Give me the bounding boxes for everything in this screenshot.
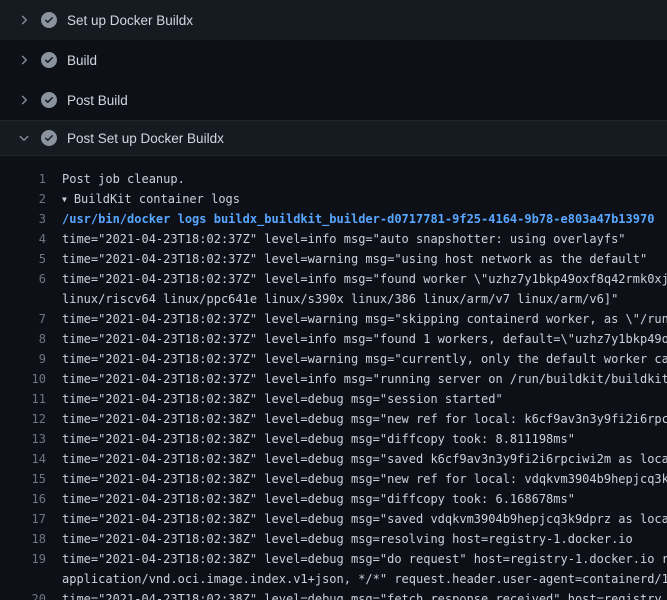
log-text: linux/riscv64 linux/ppc641e linux/s390x … — [46, 289, 618, 309]
line-number[interactable]: 15 — [0, 469, 46, 489]
step-header[interactable]: Build — [0, 40, 667, 80]
log-text: time="2021-04-23T18:02:37Z" level=info m… — [46, 369, 667, 389]
step-label: Post Set up Docker Buildx — [67, 131, 224, 146]
log-line: 2 ▼ BuildKit container logs — [0, 189, 667, 209]
log-line: linux/riscv64 linux/ppc641e linux/s390x … — [0, 289, 667, 309]
line-number[interactable]: 19 — [0, 549, 46, 569]
step-header[interactable]: Post Set up Docker Buildx — [0, 120, 667, 156]
log-text: Post job cleanup. — [46, 169, 185, 189]
log-line: 15time="2021-04-23T18:02:38Z" level=debu… — [0, 469, 667, 489]
line-number[interactable]: 3 — [0, 209, 46, 229]
step-label: Build — [67, 53, 97, 68]
log-line: 16time="2021-04-23T18:02:38Z" level=debu… — [0, 489, 667, 509]
step-header[interactable]: Set up Docker Buildx — [0, 0, 667, 40]
log-line: 8time="2021-04-23T18:02:37Z" level=info … — [0, 329, 667, 349]
line-number[interactable]: 12 — [0, 409, 46, 429]
log-text: time="2021-04-23T18:02:38Z" level=debug … — [46, 469, 667, 489]
log-text: time="2021-04-23T18:02:38Z" level=debug … — [46, 529, 633, 549]
log-line: 18time="2021-04-23T18:02:38Z" level=debu… — [0, 529, 667, 549]
log-text: time="2021-04-23T18:02:38Z" level=debug … — [46, 449, 667, 469]
log-text: time="2021-04-23T18:02:38Z" level=debug … — [46, 389, 503, 409]
log-line: 20time="2021-04-23T18:02:38Z" level=debu… — [0, 589, 667, 600]
log-text: time="2021-04-23T18:02:37Z" level=info m… — [46, 229, 626, 249]
log-line: 6time="2021-04-23T18:02:37Z" level=info … — [0, 269, 667, 289]
line-number[interactable]: 2 — [0, 189, 46, 209]
line-number[interactable]: 16 — [0, 489, 46, 509]
log-text: application/vnd.oci.image.index.v1+json,… — [46, 569, 667, 589]
log-text: time="2021-04-23T18:02:38Z" level=debug … — [46, 409, 667, 429]
line-number[interactable]: 7 — [0, 309, 46, 329]
line-number[interactable]: 1 — [0, 169, 46, 189]
log-text: time="2021-04-23T18:02:37Z" level=warnin… — [46, 349, 667, 369]
triangle-down-icon: ▼ — [62, 190, 67, 209]
line-number[interactable]: 13 — [0, 429, 46, 449]
step-header[interactable]: Post Build — [0, 80, 667, 120]
chevron-right-icon — [16, 12, 32, 28]
log-lines: 1Post job cleanup.2 ▼ BuildKit container l… — [0, 156, 667, 600]
command-text: /usr/bin/docker logs buildx_buildkit_bui… — [46, 209, 654, 229]
check-circle-icon — [41, 12, 57, 28]
line-number[interactable]: 14 — [0, 449, 46, 469]
log-text: time="2021-04-23T18:02:38Z" level=debug … — [46, 509, 667, 529]
group-label-text: BuildKit container logs — [74, 192, 240, 206]
line-number[interactable]: 6 — [0, 269, 46, 289]
log-line: 3/usr/bin/docker logs buildx_buildkit_bu… — [0, 209, 667, 229]
line-number[interactable]: 8 — [0, 329, 46, 349]
check-circle-icon — [41, 52, 57, 68]
log-text: time="2021-04-23T18:02:38Z" level=debug … — [46, 549, 667, 569]
log-line: 4time="2021-04-23T18:02:37Z" level=info … — [0, 229, 667, 249]
actions-log-viewer: Set up Docker Buildx Build Post Build Post … — [0, 0, 667, 600]
log-text: time="2021-04-23T18:02:38Z" level=debug … — [46, 429, 575, 449]
log-line: 11time="2021-04-23T18:02:38Z" level=debu… — [0, 389, 667, 409]
log-line: 17time="2021-04-23T18:02:38Z" level=debu… — [0, 509, 667, 529]
line-number[interactable]: 11 — [0, 389, 46, 409]
line-number — [0, 569, 46, 589]
check-circle-icon — [41, 92, 57, 108]
log-line: 9time="2021-04-23T18:02:37Z" level=warni… — [0, 349, 667, 369]
line-number[interactable]: 18 — [0, 529, 46, 549]
line-number[interactable]: 4 — [0, 229, 46, 249]
line-number[interactable]: 20 — [0, 589, 46, 600]
log-line: 19time="2021-04-23T18:02:38Z" level=debu… — [0, 549, 667, 569]
line-number[interactable]: 10 — [0, 369, 46, 389]
log-group-label[interactable]: ▼ BuildKit container logs — [46, 189, 240, 209]
line-number[interactable]: 5 — [0, 249, 46, 269]
step-label: Post Build — [67, 93, 128, 108]
line-number[interactable]: 9 — [0, 349, 46, 369]
log-line: application/vnd.oci.image.index.v1+json,… — [0, 569, 667, 589]
log-line: 12time="2021-04-23T18:02:38Z" level=debu… — [0, 409, 667, 429]
log-line: 14time="2021-04-23T18:02:38Z" level=debu… — [0, 449, 667, 469]
log-text: time="2021-04-23T18:02:37Z" level=info m… — [46, 329, 667, 349]
check-circle-icon — [41, 130, 57, 146]
log-text: time="2021-04-23T18:02:37Z" level=warnin… — [46, 309, 667, 329]
log-text: time="2021-04-23T18:02:38Z" level=debug … — [46, 489, 575, 509]
steps-list: Set up Docker Buildx Build Post Build Post … — [0, 0, 667, 156]
log-text: time="2021-04-23T18:02:37Z" level=info m… — [46, 269, 667, 289]
chevron-right-icon — [16, 92, 32, 108]
log-line: 13time="2021-04-23T18:02:38Z" level=debu… — [0, 429, 667, 449]
chevron-down-icon — [16, 130, 32, 146]
chevron-right-icon — [16, 52, 32, 68]
log-line: 5time="2021-04-23T18:02:37Z" level=warni… — [0, 249, 667, 269]
log-line: 7time="2021-04-23T18:02:37Z" level=warni… — [0, 309, 667, 329]
step-label: Set up Docker Buildx — [67, 13, 193, 28]
log-line: 10time="2021-04-23T18:02:37Z" level=info… — [0, 369, 667, 389]
log-text: time="2021-04-23T18:02:37Z" level=warnin… — [46, 249, 647, 269]
line-number — [0, 289, 46, 309]
log-text: time="2021-04-23T18:02:38Z" level=debug … — [46, 589, 662, 600]
log-line: 1Post job cleanup. — [0, 169, 667, 189]
line-number[interactable]: 17 — [0, 509, 46, 529]
